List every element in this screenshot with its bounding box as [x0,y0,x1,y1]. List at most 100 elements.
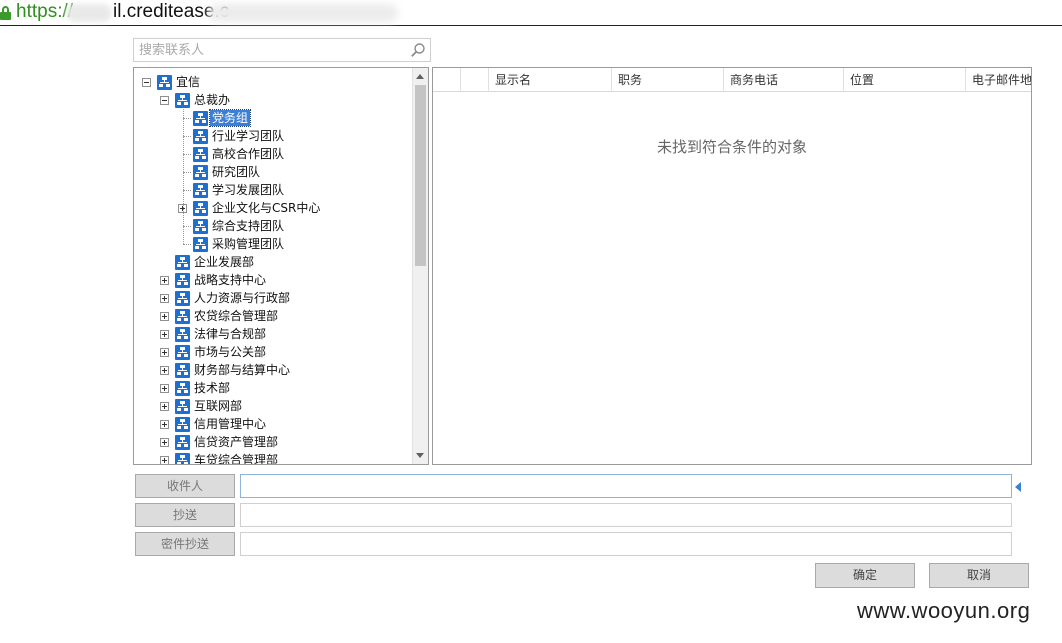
scroll-down-arrow-icon[interactable] [416,453,424,458]
bcc-button[interactable]: 密件抄送 [135,532,235,556]
org-unit-icon [175,380,190,396]
tree-connector [183,154,191,155]
tree-node-department[interactable]: 农贷综合管理部 [160,307,280,325]
tree-node-department[interactable]: 企业发展部 [160,253,256,271]
tree-label: 研究团队 [212,165,261,179]
org-unit-icon [193,182,208,198]
tree-label: 技术部 [194,381,231,395]
tree-node-team[interactable]: 企业文化与CSR中心 [178,199,322,217]
org-unit-icon [193,128,208,144]
cc-field[interactable] [240,503,1012,527]
search-icon[interactable] [410,42,426,58]
collapse-icon[interactable] [160,95,169,105]
expand-icon[interactable] [160,275,169,285]
column-header-icon[interactable] [433,68,460,92]
tree-node-group[interactable]: 总裁办 [160,91,232,109]
column-header-title[interactable]: 职务 [611,68,723,92]
results-header: 显示名 职务 商务电话 位置 电子邮件地址 [433,68,1031,92]
tree-label: 综合支持团队 [212,219,285,233]
tree-label: 行业学习团队 [212,129,285,143]
tree-node-department[interactable]: 信贷资产管理部 [160,433,280,451]
org-tree-panel: 宜信总裁办 党务组行业学习团队高校合作团队研究团队学习发展团队企业文化与CSR中心… [133,67,429,465]
tree-connector [183,226,191,227]
tree-node-team[interactable]: 行业学习团队 [178,127,286,145]
collapse-icon[interactable] [142,77,151,87]
tree-node-department[interactable]: 财务部与结算中心 [160,361,292,379]
tree-connector [183,109,184,244]
url-scheme: https:// [16,1,74,22]
expand-icon[interactable] [160,419,169,429]
tree-node-team[interactable]: 高校合作团队 [178,145,286,163]
tree-node-department[interactable]: 信用管理中心 [160,415,268,433]
contact-search-input[interactable] [134,39,404,61]
tree-connector [183,172,191,173]
column-header-type[interactable] [460,68,488,92]
expand-icon[interactable] [160,293,169,303]
tree-label: 学习发展团队 [212,183,285,197]
org-unit-icon [193,218,208,234]
scrollbar-thumb[interactable] [415,85,426,266]
tree-node-root[interactable]: 宜信 [142,73,202,91]
org-unit-icon [175,398,190,414]
tree-node-team[interactable]: 综合支持团队 [178,217,286,235]
tree-label: 车贷综合管理部 [194,453,279,465]
tree-node-department[interactable]: 法律与合规部 [160,325,268,343]
to-button[interactable]: 收件人 [135,474,235,498]
column-header-location[interactable]: 位置 [843,68,965,92]
org-unit-icon [175,308,190,324]
org-unit-icon [193,200,208,216]
cc-button[interactable]: 抄送 [135,503,235,527]
org-unit-icon [193,236,208,252]
tree-label: 农贷综合管理部 [194,309,279,323]
tree-label: 信贷资产管理部 [194,435,279,449]
tree-node-team[interactable]: 学习发展团队 [178,181,286,199]
tree-label: 采购管理团队 [212,237,285,251]
tree-label: 宜信 [176,75,201,89]
tree-node-department[interactable]: 战略支持中心 [160,271,268,289]
org-unit-icon [193,110,208,126]
org-unit-icon [175,344,190,360]
tree-label: 战略支持中心 [194,273,267,287]
expand-icon[interactable] [160,329,169,339]
scroll-up-arrow-icon[interactable] [416,74,424,79]
tree-node-department[interactable]: 技术部 [160,379,232,397]
column-header-business-phone[interactable]: 商务电话 [723,68,843,92]
caret-left-icon [1015,482,1021,492]
expand-icon[interactable] [160,383,169,393]
column-header-email[interactable]: 电子邮件地址 [965,68,1031,92]
tree-node-team[interactable]: 采购管理团队 [178,235,286,253]
org-unit-icon [175,272,190,288]
tree-label: 企业文化与CSR中心 [212,201,321,215]
ok-button[interactable]: 确定 [815,563,915,588]
expand-icon[interactable] [160,311,169,321]
expand-icon[interactable] [160,455,169,464]
contact-search-box [133,38,431,62]
expand-icon[interactable] [160,347,169,357]
redacted-region [208,4,398,22]
bcc-field[interactable] [240,532,1012,556]
tree-node-department[interactable]: 人力资源与行政部 [160,289,292,307]
org-unit-icon [175,326,190,342]
cancel-button[interactable]: 取消 [929,563,1029,588]
tree-label-selected: 党务组 [208,109,252,127]
expand-icon[interactable] [160,437,169,447]
tree-label: 人力资源与行政部 [194,291,291,305]
tree-label: 信用管理中心 [194,417,267,431]
results-panel: 显示名 职务 商务电话 位置 电子邮件地址 未找到符合条件的对象 [432,67,1032,465]
tree-scrollbar[interactable] [412,68,428,464]
org-unit-icon [175,254,190,270]
org-unit-icon [175,434,190,450]
expand-icon[interactable] [160,365,169,375]
org-unit-icon [193,164,208,180]
tree-label: 互联网部 [194,399,243,413]
to-field[interactable] [240,474,1012,498]
tree-node-department[interactable]: 互联网部 [160,397,244,415]
expand-icon[interactable] [160,401,169,411]
tree-node-department[interactable]: 车贷综合管理部 [160,451,280,465]
tree-label: 企业发展部 [194,255,255,269]
tree-node-department[interactable]: 市场与公关部 [160,343,268,361]
org-unit-icon [175,416,190,432]
column-header-display-name[interactable]: 显示名 [488,68,611,92]
browser-address-bar[interactable]: https:// il.creditease.c [0,0,1062,26]
lock-icon [0,6,11,20]
